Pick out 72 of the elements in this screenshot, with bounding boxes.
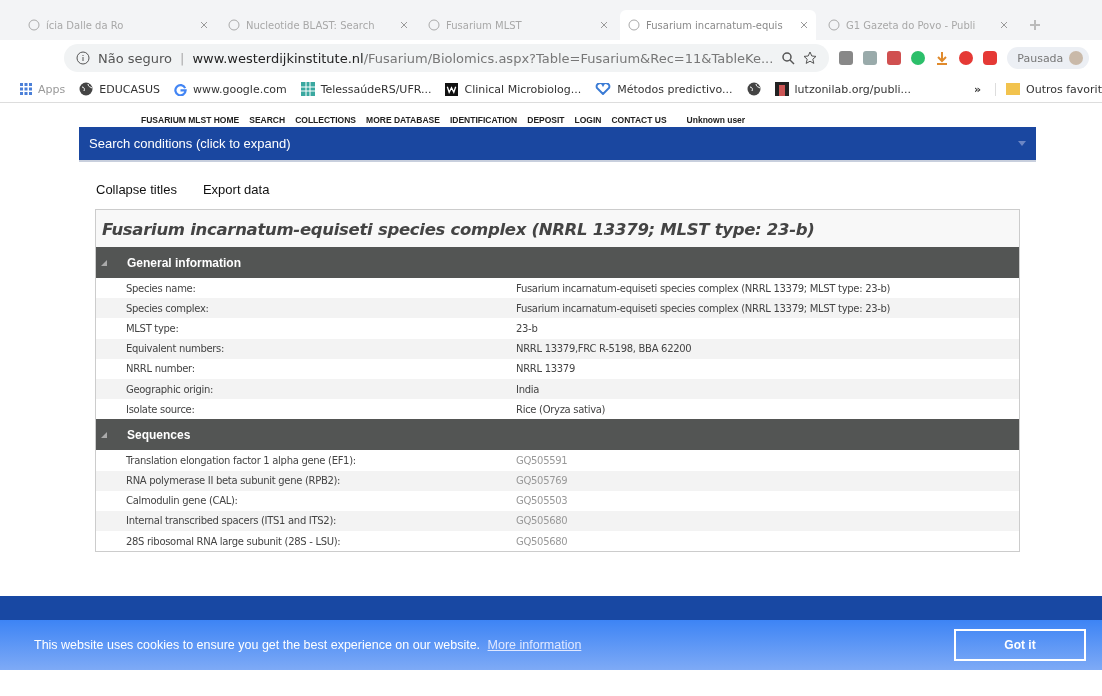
close-icon[interactable] — [400, 21, 408, 29]
search-conditions-bar[interactable]: Search conditions (click to expand) — [79, 127, 1036, 162]
download-icon[interactable] — [935, 51, 950, 65]
bookmark[interactable]: TelessaúdeRS/UFR... — [300, 82, 432, 96]
field-label: Equivalent numbers: — [125, 343, 226, 355]
field-value: NRRL 13379 — [516, 363, 575, 375]
extension-icon[interactable] — [887, 51, 902, 65]
close-icon[interactable] — [600, 21, 608, 29]
caret-icon — [1018, 141, 1026, 146]
extension-icon[interactable] — [983, 51, 998, 65]
extension-icon[interactable] — [911, 51, 926, 65]
star-icon[interactable] — [803, 51, 818, 65]
more-bookmarks-button[interactable]: » — [973, 82, 982, 96]
field-value: NRRL 13379,FRC R-5198, BBA 62200 — [516, 343, 692, 355]
action-link[interactable]: Collapse titles — [96, 182, 177, 197]
heart-icon — [595, 83, 612, 95]
field-value: 23-b — [516, 322, 538, 334]
bookmark[interactable]: lutzonilab.org/publi... — [774, 82, 911, 96]
google-icon — [173, 82, 187, 96]
bookmark[interactable]: www.google.com — [173, 82, 287, 96]
section-header[interactable]: Sequences — [96, 419, 1019, 451]
collapse-icon — [101, 259, 107, 266]
collapse-icon — [101, 431, 107, 438]
w-icon — [445, 82, 459, 96]
field-value: Fusarium incarnatum-equiseti species complex (NRRL 13379; MLST type: 23-b) — [516, 302, 891, 314]
cookie-message: This website uses cookies to ensure you get the best experience on our website. More information — [34, 638, 582, 652]
nav-link[interactable]: IDENTIFICATION — [449, 115, 518, 127]
zoom-icon[interactable] — [781, 51, 796, 65]
close-icon[interactable] — [1000, 21, 1008, 29]
profile-button[interactable]: Pausada — [1007, 47, 1090, 69]
bookmark[interactable]: Métodos predictivo... — [595, 82, 733, 96]
bookmark[interactable]: EDUCASUS — [79, 82, 160, 96]
bookmark-folder[interactable]: Outros favorit — [995, 82, 1102, 96]
nav-link[interactable]: LOGIN — [574, 115, 602, 127]
nav-link[interactable]: SEARCH — [249, 115, 286, 127]
field-label: Geographic origin: — [125, 383, 215, 395]
nav-link[interactable]: DEPOSIT — [527, 115, 565, 127]
extension-icon[interactable] — [839, 51, 854, 65]
field-label: Translation elongation factor 1 alpha gene (EF1): — [125, 454, 357, 466]
user-label: Unknown user — [686, 115, 746, 127]
new-tab-icon[interactable] — [1028, 18, 1042, 32]
extension-icon[interactable] — [863, 51, 878, 65]
nav-link[interactable]: MORE DATABASE — [366, 115, 440, 127]
address-bar[interactable]: Não seguro | www.westerdijkinstitute.nl/Fusarium/Biolomics.aspx?Table=Fusarium&Rec=11&TableKe... — [64, 44, 830, 72]
field-value: Fusarium incarnatum-equiseti species complex (NRRL 13379; MLST type: 23-b) — [516, 282, 891, 294]
section-header[interactable]: General information — [96, 247, 1019, 278]
nav-link[interactable]: COLLECTIONS — [295, 115, 357, 127]
field-label: RNA polymerase II beta subunit gene (RPB2): — [125, 475, 342, 487]
action-link[interactable]: Export data — [202, 182, 270, 197]
field-label: Species name: — [125, 282, 197, 294]
nav-link[interactable]: CONTACT US — [611, 115, 667, 127]
browser-tab[interactable]: Fusarium incarnatum-equis — [620, 10, 816, 40]
nav-link[interactable]: FUSARIUM MLST HOME — [141, 115, 240, 127]
field-label: Isolate source: — [125, 403, 196, 415]
bookmark[interactable]: Clinical Microbiolog... — [445, 82, 582, 96]
portrait-icon — [774, 82, 789, 96]
field-label: 28S ribosomal RNA large subunit (28S - LSU): — [125, 535, 342, 547]
apps-icon — [20, 83, 32, 95]
record-title: Fusarium incarnatum-equiseti species complex (NRRL 13379; MLST type: 23-b) — [101, 219, 816, 241]
close-icon[interactable] — [800, 21, 808, 29]
close-icon[interactable] — [200, 21, 208, 29]
extension-icon[interactable] — [959, 51, 974, 65]
field-value: India — [516, 383, 540, 395]
folder-icon — [1006, 83, 1021, 95]
field-label: NRRL number: — [125, 363, 196, 375]
field-label: MLST type: — [125, 322, 180, 334]
field-label: Calmodulin gene (CAL): — [125, 495, 239, 507]
field-label: Internal transcribed spacers (ITS1 and ITS2): — [125, 515, 338, 527]
grid-icon — [300, 82, 315, 96]
field-label: Species complex: — [125, 302, 210, 314]
info-icon — [76, 51, 90, 65]
field-value: Rice (Oryza sativa) — [516, 403, 606, 415]
